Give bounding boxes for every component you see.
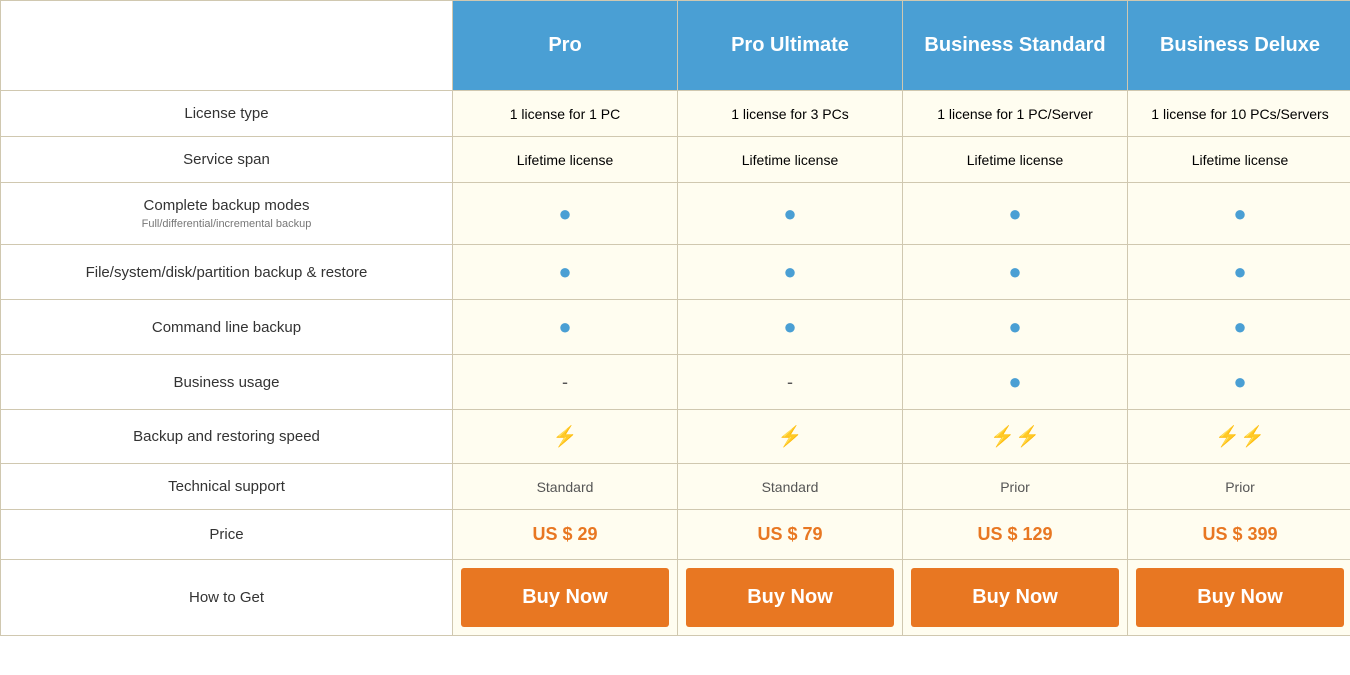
business-usage-business-deluxe: ● xyxy=(1128,355,1350,410)
feature-price: Price xyxy=(1,510,453,560)
technical-support-pro-ultimate: Standard xyxy=(678,464,903,510)
service-span-business-standard: Lifetime license xyxy=(903,137,1128,183)
row-command-line: Command line backup ● ● ● ● xyxy=(1,300,1350,355)
buy-button-pro-ultimate[interactable]: Buy Now xyxy=(686,568,894,627)
plan-label-business-standard: Business Standard xyxy=(924,34,1105,56)
buy-button-business-deluxe[interactable]: Buy Now xyxy=(1136,568,1344,627)
command-line-business-deluxe: ● xyxy=(1128,300,1350,355)
dot-icon: ● xyxy=(1233,369,1246,394)
bolt-icon: ⚡ xyxy=(778,426,803,448)
technical-support-business-deluxe: Prior xyxy=(1128,464,1350,510)
service-span-pro-ultimate: Lifetime license xyxy=(678,137,903,183)
plan-label-business-deluxe: Business Deluxe xyxy=(1160,34,1320,56)
buy-cell-business-deluxe: Buy Now xyxy=(1128,560,1350,636)
row-complete-backup: Complete backup modes Full/differential/… xyxy=(1,183,1350,245)
dot-icon: ● xyxy=(1233,314,1246,339)
dash-icon: - xyxy=(787,372,793,392)
dot-icon: ● xyxy=(558,259,571,284)
price-pro: US $ 29 xyxy=(453,510,678,560)
bolt-icon: ⚡⚡ xyxy=(1215,426,1265,448)
command-line-pro-ultimate: ● xyxy=(678,300,903,355)
service-span-business-deluxe: Lifetime license xyxy=(1128,137,1350,183)
license-type-pro-ultimate: 1 license for 3 PCs xyxy=(678,91,903,137)
header-pro-ultimate: Pro Ultimate xyxy=(678,1,903,91)
row-backup-speed: Backup and restoring speed ⚡ ⚡ ⚡⚡ ⚡⚡ xyxy=(1,410,1350,464)
dot-icon: ● xyxy=(783,314,796,339)
filesystem-business-standard: ● xyxy=(903,245,1128,300)
technical-support-business-standard: Prior xyxy=(903,464,1128,510)
header-empty xyxy=(1,1,453,91)
filesystem-business-deluxe: ● xyxy=(1128,245,1350,300)
complete-backup-business-standard: ● xyxy=(903,183,1128,245)
feature-technical-support: Technical support xyxy=(1,464,453,510)
dot-icon: ● xyxy=(558,314,571,339)
license-type-business-standard: 1 license for 1 PC/Server xyxy=(903,91,1128,137)
price-business-standard: US $ 129 xyxy=(903,510,1128,560)
dot-icon: ● xyxy=(783,201,796,226)
dot-icon: ● xyxy=(1233,201,1246,226)
dot-icon: ● xyxy=(783,259,796,284)
service-span-pro: Lifetime license xyxy=(453,137,678,183)
business-usage-business-standard: ● xyxy=(903,355,1128,410)
license-type-pro: 1 license for 1 PC xyxy=(453,91,678,137)
command-line-business-standard: ● xyxy=(903,300,1128,355)
buy-cell-pro: Buy Now xyxy=(453,560,678,636)
backup-speed-business-standard: ⚡⚡ xyxy=(903,410,1128,464)
header-business-standard: Business Standard xyxy=(903,1,1128,91)
feature-backup-speed: Backup and restoring speed xyxy=(1,410,453,464)
row-business-usage: Business usage - - ● ● xyxy=(1,355,1350,410)
price-business-deluxe: US $ 399 xyxy=(1128,510,1350,560)
complete-backup-business-deluxe: ● xyxy=(1128,183,1350,245)
complete-backup-pro-ultimate: ● xyxy=(678,183,903,245)
business-usage-pro: - xyxy=(453,355,678,410)
row-license-type: License type 1 license for 1 PC 1 licens… xyxy=(1,91,1350,137)
dot-icon: ● xyxy=(1008,201,1021,226)
dot-icon: ● xyxy=(1233,259,1246,284)
buy-cell-business-standard: Buy Now xyxy=(903,560,1128,636)
bolt-icon: ⚡⚡ xyxy=(990,426,1040,448)
feature-service-span: Service span xyxy=(1,137,453,183)
plan-label-pro-ultimate: Pro Ultimate xyxy=(731,34,849,56)
header-row: Pro Pro Ultimate Business Standard Busin… xyxy=(1,1,1350,91)
bolt-icon: ⚡ xyxy=(553,426,578,448)
feature-command-line: Command line backup xyxy=(1,300,453,355)
dot-icon: ● xyxy=(1008,259,1021,284)
row-price: Price US $ 29 US $ 79 US $ 129 US $ 399 xyxy=(1,510,1350,560)
technical-support-pro: Standard xyxy=(453,464,678,510)
license-type-business-deluxe: 1 license for 10 PCs/Servers xyxy=(1128,91,1350,137)
dot-icon: ● xyxy=(558,201,571,226)
filesystem-pro: ● xyxy=(453,245,678,300)
row-filesystem: File/system/disk/partition backup & rest… xyxy=(1,245,1350,300)
backup-speed-pro-ultimate: ⚡ xyxy=(678,410,903,464)
dash-icon: - xyxy=(562,372,568,392)
business-usage-pro-ultimate: - xyxy=(678,355,903,410)
feature-how-to-get: How to Get xyxy=(1,560,453,636)
command-line-pro: ● xyxy=(453,300,678,355)
buy-cell-pro-ultimate: Buy Now xyxy=(678,560,903,636)
complete-backup-pro: ● xyxy=(453,183,678,245)
plan-label-pro: Pro xyxy=(548,34,581,56)
price-pro-ultimate: US $ 79 xyxy=(678,510,903,560)
feature-business-usage: Business usage xyxy=(1,355,453,410)
filesystem-pro-ultimate: ● xyxy=(678,245,903,300)
header-pro: Pro xyxy=(453,1,678,91)
row-how-to-get: How to Get Buy Now Buy Now Buy Now Buy N… xyxy=(1,560,1350,636)
buy-button-business-standard[interactable]: Buy Now xyxy=(911,568,1119,627)
feature-filesystem: File/system/disk/partition backup & rest… xyxy=(1,245,453,300)
dot-icon: ● xyxy=(1008,369,1021,394)
row-technical-support: Technical support Standard Standard Prio… xyxy=(1,464,1350,510)
feature-license-type: License type xyxy=(1,91,453,137)
backup-speed-business-deluxe: ⚡⚡ xyxy=(1128,410,1350,464)
dot-icon: ● xyxy=(1008,314,1021,339)
comparison-table: Pro Pro Ultimate Business Standard Busin… xyxy=(0,0,1350,636)
row-service-span: Service span Lifetime license Lifetime l… xyxy=(1,137,1350,183)
feature-complete-backup: Complete backup modes Full/differential/… xyxy=(1,183,453,245)
header-business-deluxe: Business Deluxe xyxy=(1128,1,1350,91)
backup-speed-pro: ⚡ xyxy=(453,410,678,464)
buy-button-pro[interactable]: Buy Now xyxy=(461,568,669,627)
